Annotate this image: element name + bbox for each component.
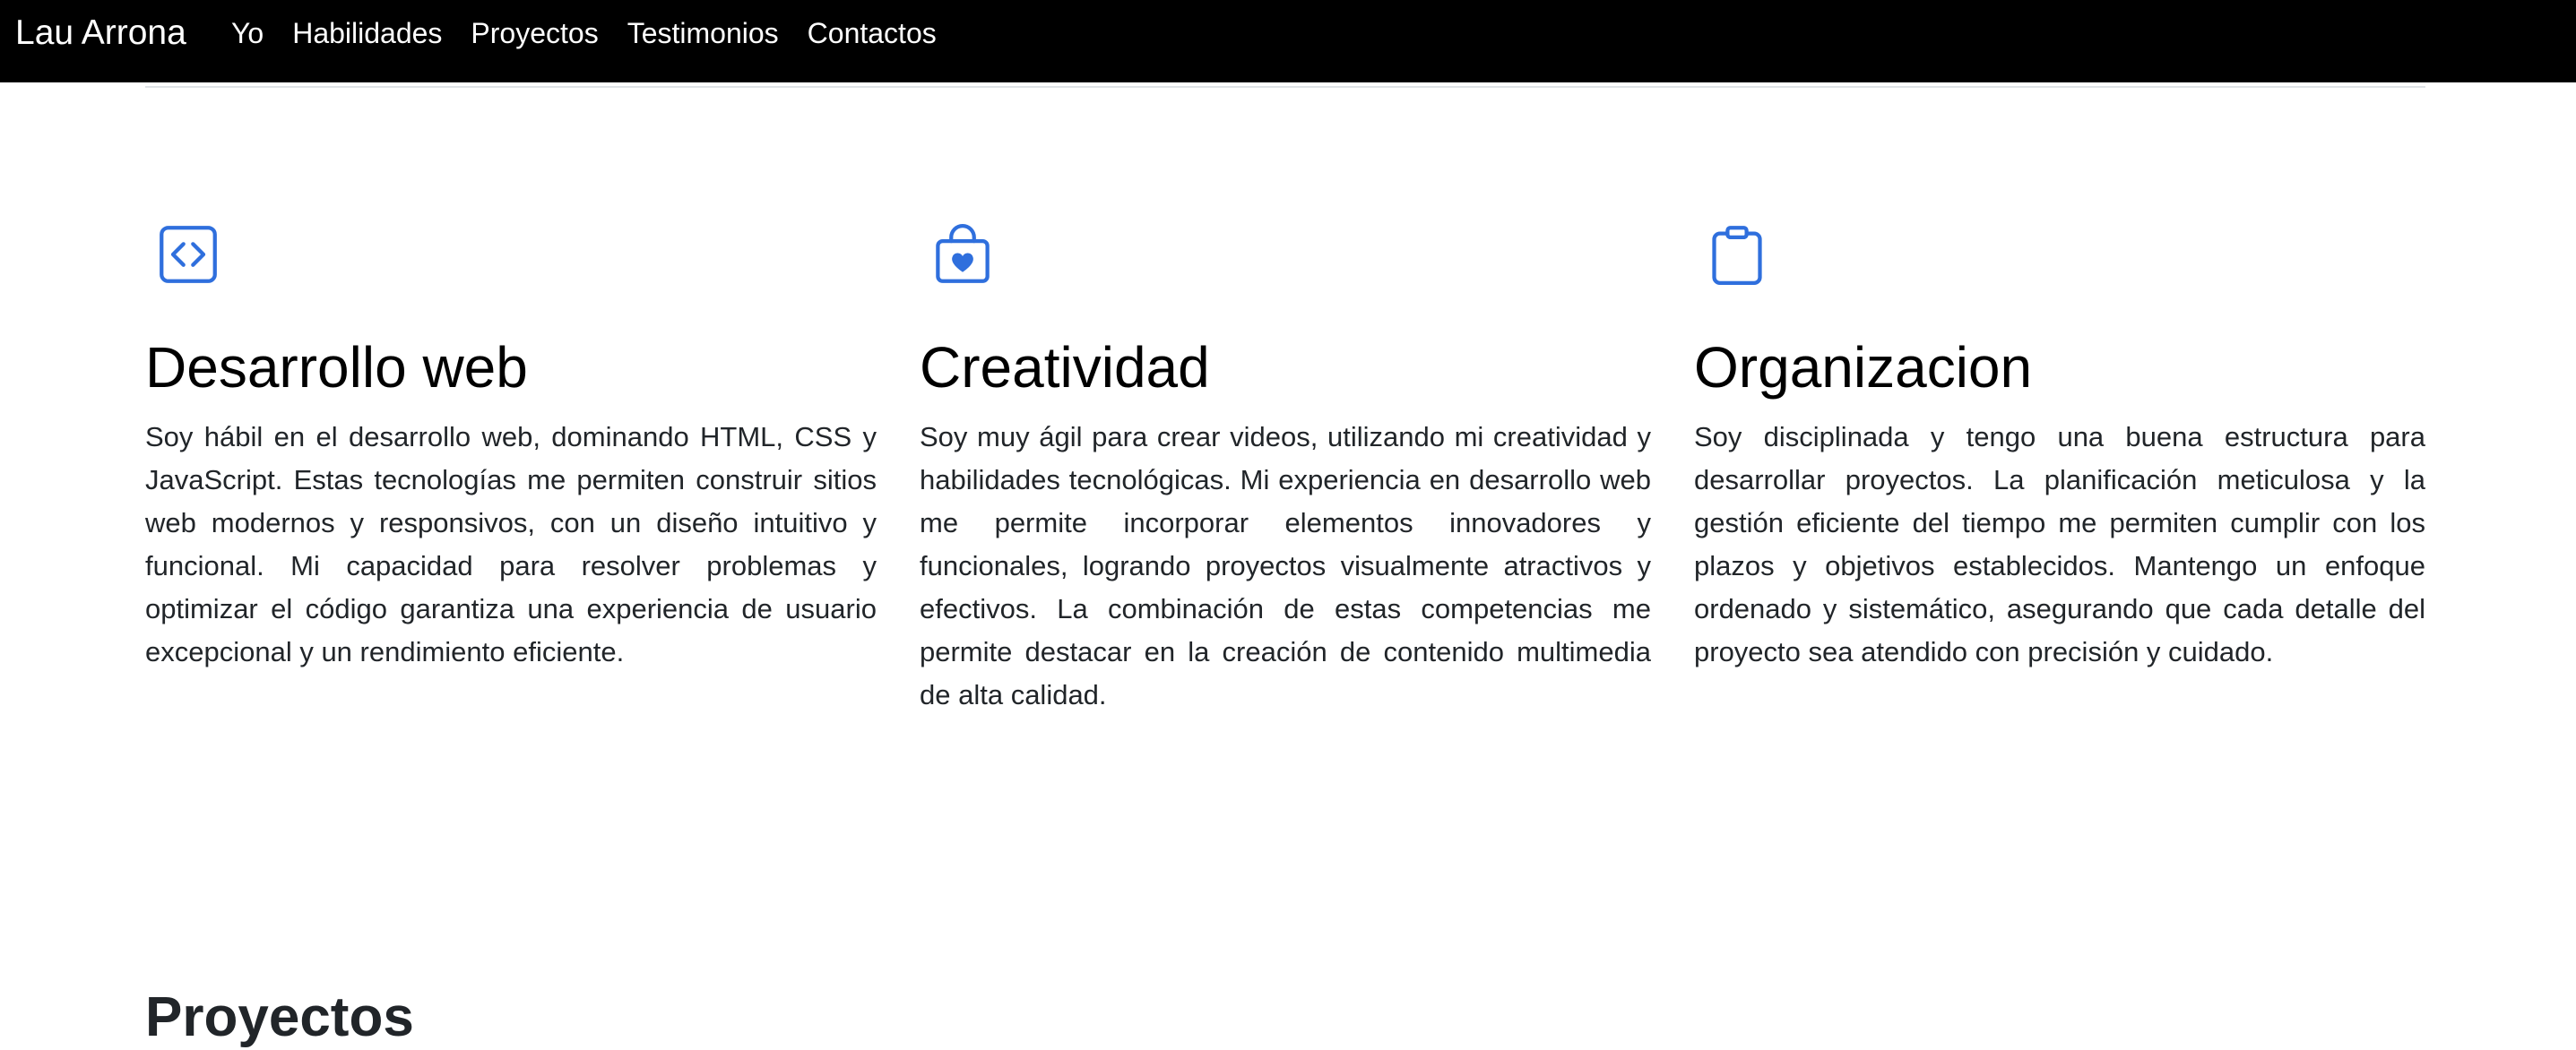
nav-link-proyectos[interactable]: Proyectos [471,15,598,51]
nav-links: Yo Habilidades Proyectos Testimonios Con… [231,15,965,51]
nav-link-yo[interactable]: Yo [231,15,264,51]
feature-creatividad: Creatividad Soy muy ágil para crear vide… [920,211,1651,717]
brand-link[interactable]: Lau Arrona [15,13,186,54]
nav-link-habilidades[interactable]: Habilidades [292,15,442,51]
feature-title: Organizacion [1694,335,2033,400]
feature-description: Soy disciplinada y tengo una buena estru… [1694,421,2425,667]
bag-heart-icon [920,211,1006,297]
feature-desarrollo-web: Desarrollo web Soy hábil en el desarroll… [145,211,877,717]
top-navbar: Lau Arrona Yo Habilidades Proyectos Test… [0,0,2576,82]
nav-link-contactos[interactable]: Contactos [808,15,937,51]
feature-description: Soy muy ágil para crear videos, utilizan… [920,421,1651,710]
feature-title: Desarrollo web [145,335,528,400]
clipboard-icon [1694,211,1780,297]
projects-section-title: Proyectos [145,986,414,1048]
feature-organizacion: Organizacion Soy disciplinada y tengo un… [1694,211,2425,717]
feature-description: Soy hábil en el desarrollo web, dominand… [145,421,877,667]
section-divider [145,86,2425,88]
skills-section: Desarrollo web Soy hábil en el desarroll… [145,211,2425,717]
nav-link-testimonios[interactable]: Testimonios [627,15,779,51]
feature-title: Creatividad [920,335,1210,400]
code-square-icon [145,211,231,297]
